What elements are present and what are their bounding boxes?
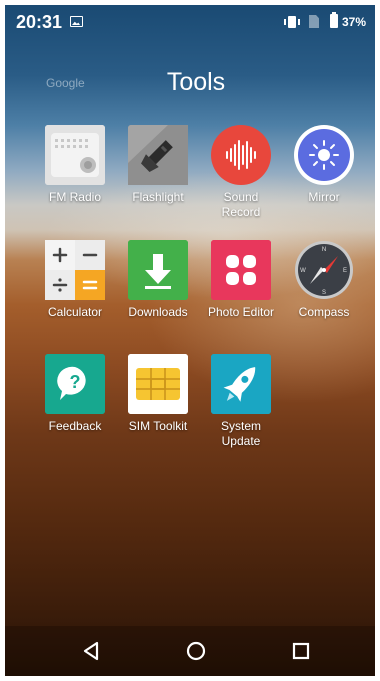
app-compass[interactable]: N S W E Compass: [284, 240, 364, 320]
app-mirror[interactable]: Mirror: [284, 125, 364, 205]
app-label: Downloads: [128, 305, 188, 319]
status-time: 20:31: [16, 12, 63, 32]
calculator-icon: [45, 240, 105, 300]
app-label: FM Radio: [48, 190, 101, 204]
app-label: System Update: [220, 419, 261, 448]
sound-wave-icon: [211, 125, 271, 185]
back-icon[interactable]: [76, 638, 106, 664]
app-label: Compass: [298, 305, 350, 319]
app-label: SIM Toolkit: [128, 419, 188, 433]
folder-title[interactable]: Tools: [5, 68, 375, 97]
app-system-update[interactable]: System Update: [201, 354, 281, 449]
svg-text:S: S: [322, 290, 326, 296]
app-label: Feedback: [48, 419, 102, 433]
vibrate-icon: [283, 16, 301, 28]
flashlight-icon: [128, 125, 188, 185]
app-downloads[interactable]: Downloads: [118, 240, 198, 320]
app-sound-record[interactable]: Sound Record: [201, 125, 281, 220]
app-fm-radio[interactable]: FM Radio: [35, 125, 115, 205]
no-sim-icon: [309, 15, 319, 28]
app-calculator[interactable]: Calculator: [35, 240, 115, 320]
status-bar: 20:31 37%: [5, 5, 375, 39]
sim-card-icon: [128, 354, 188, 414]
app-flashlight[interactable]: Flashlight: [118, 125, 198, 205]
app-feedback[interactable]: ? Feedback: [35, 354, 115, 434]
compass-icon: N S W E: [294, 240, 354, 300]
app-label: Sound Record: [221, 190, 261, 219]
radio-icon: [45, 125, 105, 185]
app-label: Photo Editor: [207, 305, 275, 319]
home-icon[interactable]: [181, 638, 211, 664]
app-label: Calculator: [47, 305, 103, 319]
question-bubble-icon: ?: [45, 354, 105, 414]
app-label: Mirror: [308, 190, 340, 204]
recents-icon[interactable]: [286, 638, 316, 664]
app-label: Flashlight: [132, 190, 184, 204]
app-sim-toolkit[interactable]: SIM Toolkit: [118, 354, 198, 434]
app-photo-editor[interactable]: Photo Editor: [201, 240, 281, 320]
navigation-bar: [5, 626, 375, 676]
svg-text:N: N: [322, 247, 326, 253]
svg-text:E: E: [343, 268, 347, 274]
rocket-icon: [211, 354, 271, 414]
svg-text:W: W: [300, 268, 306, 274]
download-arrow-icon: [128, 240, 188, 300]
home-screen: 20:31 37% Google Tools FM Radio Flashlig…: [5, 5, 375, 676]
battery-percent: 37%: [342, 15, 367, 29]
svg-text:?: ?: [70, 372, 81, 392]
gallery-notification-icon: [70, 16, 83, 27]
battery-icon: [330, 12, 338, 28]
photo-editor-icon: [211, 240, 271, 300]
sun-icon: [294, 125, 354, 185]
